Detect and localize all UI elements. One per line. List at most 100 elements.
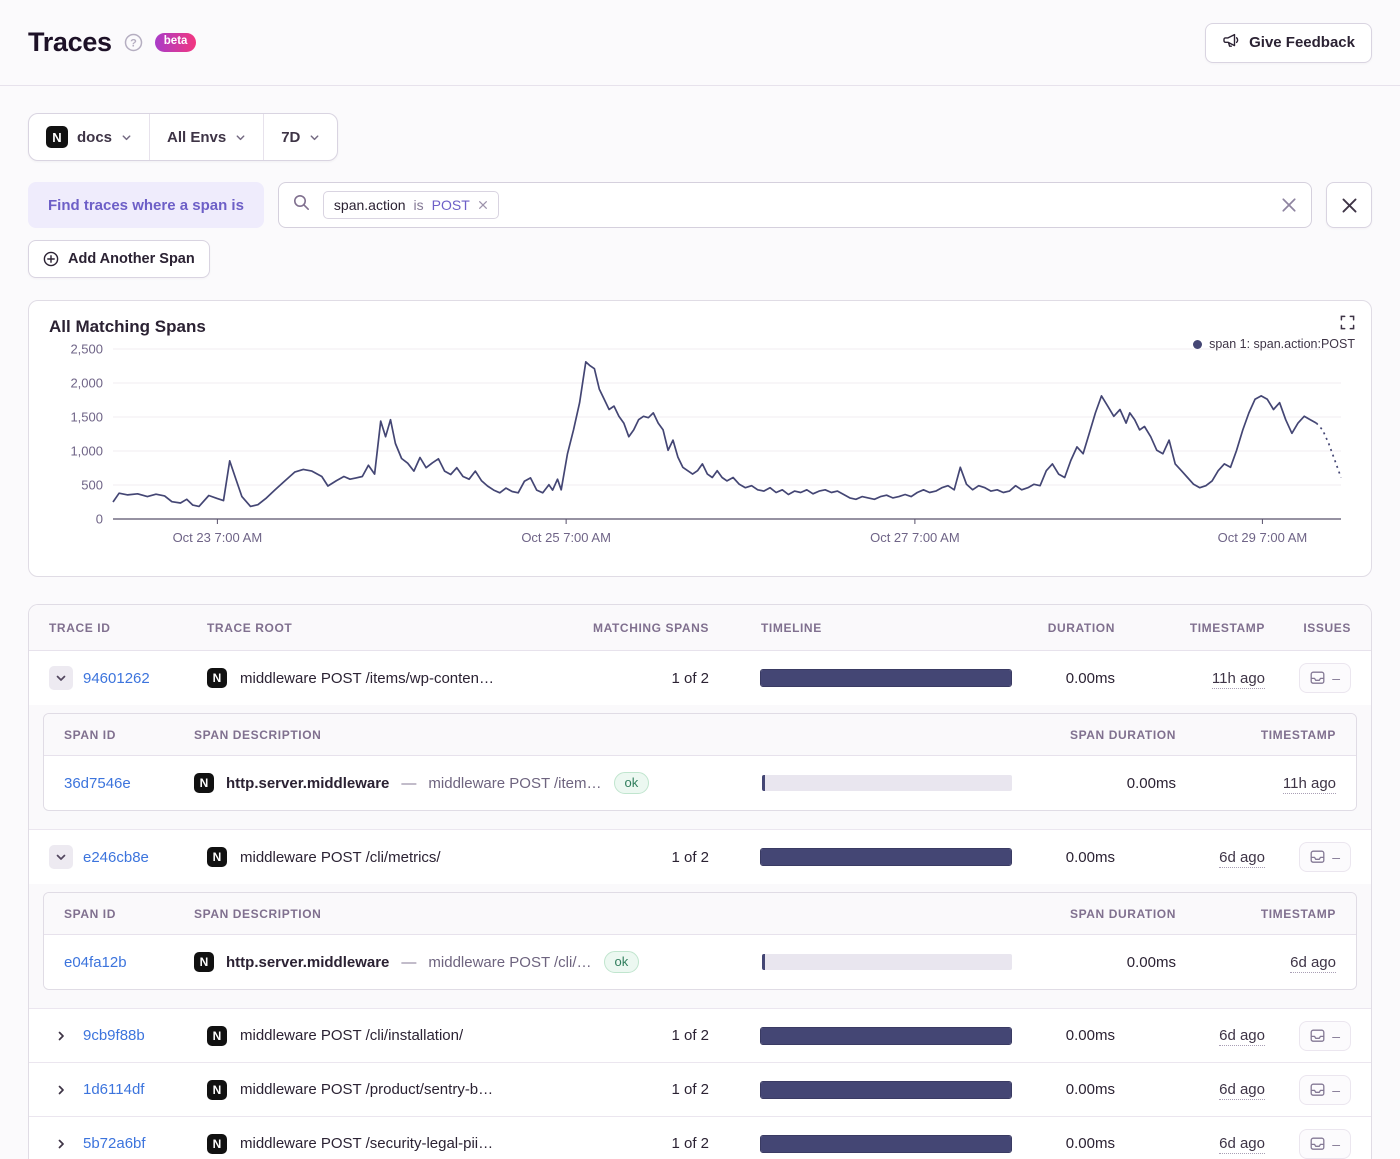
span-timeline-bar[interactable]	[762, 775, 1012, 791]
issues-button[interactable]: –	[1299, 842, 1351, 872]
trace-root-text: middleware POST /product/sentry-b…	[240, 1081, 493, 1098]
chart-legend-item[interactable]: span 1: span.action:POST	[1193, 337, 1355, 351]
svg-text:1,500: 1,500	[70, 410, 103, 425]
issues-inbox-icon	[1310, 850, 1325, 864]
spans-line-chart[interactable]: 05001,0001,5002,0002,500Oct 23 7:00 AMOc…	[49, 339, 1349, 561]
col-duration: Duration	[1025, 621, 1115, 635]
issues-count: –	[1332, 1136, 1340, 1152]
expanded-trace-group: 94601262 N middleware POST /items/wp-con…	[29, 651, 1371, 829]
nextjs-project-icon: N	[207, 1026, 227, 1046]
environment-selector[interactable]: All Envs	[149, 114, 263, 160]
date-range-selector[interactable]: 7D	[263, 114, 337, 160]
help-icon[interactable]: ?	[124, 33, 143, 52]
expanded-span-panel: Span ID Span Description Span Duration T…	[29, 884, 1371, 1008]
issues-count: –	[1332, 1082, 1340, 1098]
chevron-down-icon	[121, 132, 132, 143]
col-span-id: Span ID	[64, 728, 194, 742]
trace-timeline-bar[interactable]	[761, 1028, 1011, 1044]
remove-token-icon[interactable]	[478, 200, 488, 210]
col-span-timestamp: Timestamp	[1176, 907, 1336, 921]
trace-timestamp[interactable]: 6d ago	[1219, 1081, 1265, 1100]
svg-text:Oct 25 7:00 AM: Oct 25 7:00 AM	[521, 530, 611, 545]
trace-row[interactable]: 5b72a6bf N middleware POST /security-leg…	[29, 1116, 1371, 1159]
nextjs-project-icon: N	[46, 126, 68, 148]
issues-button[interactable]: –	[1299, 1129, 1351, 1159]
page-title: Traces	[28, 27, 112, 58]
give-feedback-button[interactable]: Give Feedback	[1205, 23, 1372, 63]
nextjs-project-icon: N	[207, 668, 227, 688]
remove-span-query-button[interactable]	[1326, 182, 1372, 228]
issues-count: –	[1332, 849, 1340, 865]
issues-inbox-icon	[1310, 1029, 1325, 1043]
trace-timestamp[interactable]: 11h ago	[1212, 670, 1265, 689]
expand-row-chevron[interactable]	[49, 1024, 73, 1048]
trace-table-body: 94601262 N middleware POST /items/wp-con…	[29, 651, 1371, 1159]
span-timestamp[interactable]: 11h ago	[1283, 775, 1336, 794]
page-header: Traces ? beta Give Feedback	[0, 0, 1400, 86]
trace-id-link[interactable]: 9cb9f88b	[83, 1027, 145, 1044]
col-span-description: Span Description	[194, 728, 746, 742]
trace-root-text: middleware POST /security-legal-pii…	[240, 1135, 493, 1152]
issues-count: –	[1332, 670, 1340, 686]
trace-timestamp[interactable]: 6d ago	[1219, 1027, 1265, 1046]
issues-button[interactable]: –	[1299, 1021, 1351, 1051]
collapse-row-chevron[interactable]	[49, 845, 73, 869]
trace-duration: 0.00ms	[1025, 849, 1115, 866]
col-span-duration: Span Duration	[1026, 907, 1176, 921]
span-id-link[interactable]: e04fa12b	[64, 954, 194, 971]
issues-inbox-icon	[1310, 1083, 1325, 1097]
trace-id-link[interactable]: 94601262	[83, 670, 150, 687]
trace-timeline-bar[interactable]	[761, 1136, 1011, 1152]
span-row[interactable]: 36d7546e N http.server.middleware — midd…	[44, 756, 1356, 810]
trace-row[interactable]: 1d6114df N middleware POST /product/sent…	[29, 1062, 1371, 1116]
collapse-row-chevron[interactable]	[49, 666, 73, 690]
clear-search-icon[interactable]	[1281, 197, 1297, 213]
search-icon	[293, 194, 310, 216]
span-row[interactable]: e04fa12b N http.server.middleware — midd…	[44, 935, 1356, 989]
col-issues: Issues	[1265, 621, 1351, 635]
expand-row-chevron[interactable]	[49, 1132, 73, 1156]
trace-timeline-bar[interactable]	[761, 670, 1011, 686]
span-timestamp[interactable]: 6d ago	[1290, 954, 1336, 973]
trace-timeline-bar[interactable]	[761, 849, 1011, 865]
trace-id-link[interactable]: e246cb8e	[83, 849, 149, 866]
trace-row[interactable]: e246cb8e N middleware POST /cli/metrics/…	[29, 830, 1371, 884]
nextjs-project-icon: N	[207, 847, 227, 867]
filter-bar: N docs All Envs 7D	[28, 113, 338, 161]
chart-card: All Matching Spans span 1: span.action:P…	[28, 300, 1372, 577]
fullscreen-icon[interactable]	[1340, 315, 1355, 330]
svg-text:0: 0	[96, 512, 103, 527]
plus-circle-icon	[43, 251, 59, 267]
span-id-link[interactable]: 36d7546e	[64, 775, 194, 792]
trace-duration: 0.00ms	[1025, 1027, 1115, 1044]
issues-button[interactable]: –	[1299, 1075, 1351, 1105]
trace-timestamp[interactable]: 6d ago	[1219, 849, 1265, 868]
token-value[interactable]: POST	[432, 197, 470, 213]
trace-root-text: middleware POST /cli/metrics/	[240, 849, 441, 866]
trace-id-link[interactable]: 5b72a6bf	[83, 1135, 146, 1152]
span-status-badge: ok	[604, 951, 640, 973]
expand-row-chevron[interactable]	[49, 1078, 73, 1102]
span-timeline-bar[interactable]	[762, 954, 1012, 970]
megaphone-icon	[1222, 32, 1240, 53]
trace-timestamp[interactable]: 6d ago	[1219, 1135, 1265, 1154]
col-timestamp: Timestamp	[1115, 621, 1265, 635]
token-operator[interactable]: is	[414, 197, 424, 213]
project-selector[interactable]: N docs	[29, 114, 149, 160]
nextjs-project-icon: N	[207, 1134, 227, 1154]
trace-row[interactable]: 9cb9f88b N middleware POST /cli/installa…	[29, 1008, 1371, 1062]
span-operation: http.server.middleware	[226, 954, 389, 971]
svg-text:500: 500	[81, 478, 103, 493]
nextjs-project-icon: N	[194, 952, 214, 972]
nextjs-project-icon: N	[194, 773, 214, 793]
span-search-input[interactable]: span.action is POST	[278, 182, 1312, 228]
close-icon	[1341, 197, 1358, 214]
filter-token[interactable]: span.action is POST	[323, 191, 499, 219]
trace-row[interactable]: 94601262 N middleware POST /items/wp-con…	[29, 651, 1371, 705]
add-another-span-button[interactable]: Add Another Span	[28, 240, 210, 278]
trace-id-link[interactable]: 1d6114df	[83, 1081, 144, 1098]
trace-timeline-bar[interactable]	[761, 1082, 1011, 1098]
matching-spans-count: 1 of 2	[545, 670, 745, 687]
trace-duration: 0.00ms	[1025, 1081, 1115, 1098]
issues-button[interactable]: –	[1299, 663, 1351, 693]
